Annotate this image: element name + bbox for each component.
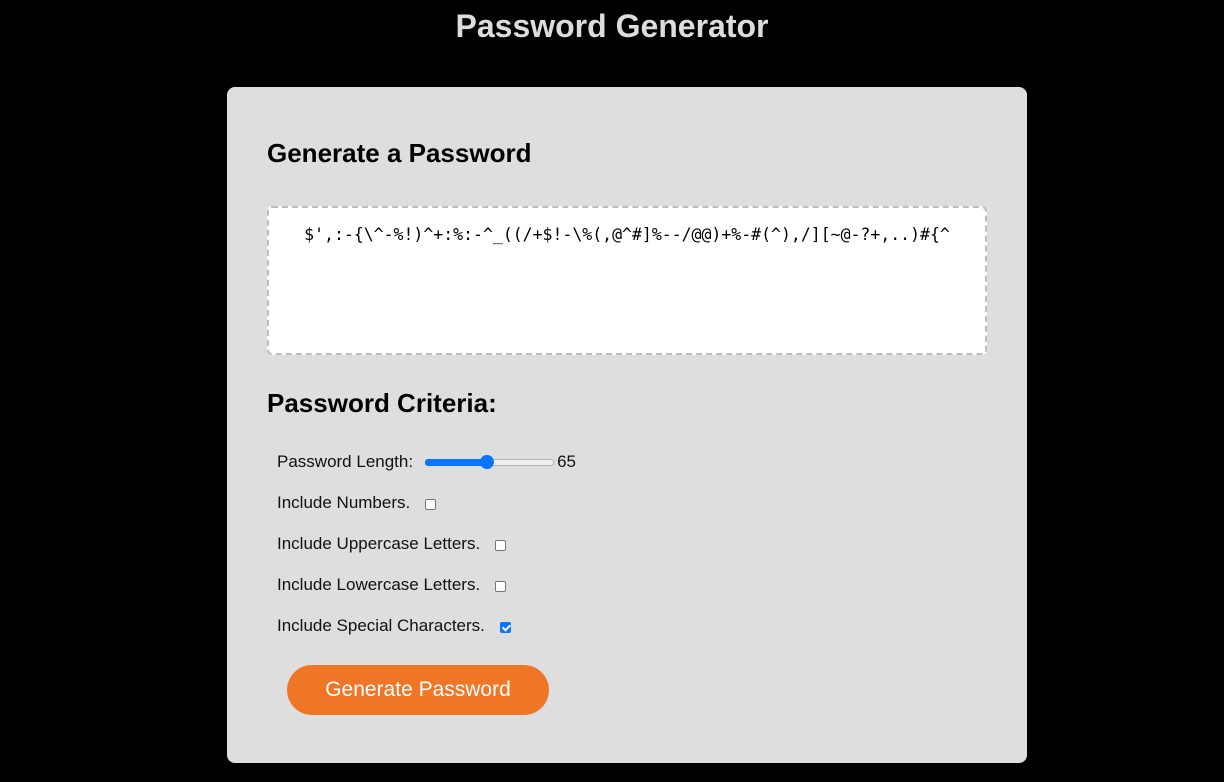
- criteria-title: Password Criteria:: [267, 388, 497, 418]
- slider-thumb[interactable]: [480, 455, 495, 469]
- option-special-checkbox[interactable]: [499, 621, 511, 633]
- generate-password-button[interactable]: Generate Password: [287, 665, 549, 715]
- card-title: Generate a Password: [267, 138, 532, 168]
- option-special-row: Include Special Characters.: [277, 614, 511, 638]
- page-header: Password Generator: [0, 0, 1224, 45]
- option-uppercase-row: Include Uppercase Letters.: [277, 532, 507, 556]
- length-slider[interactable]: [425, 454, 555, 470]
- option-uppercase-checkbox[interactable]: [495, 539, 507, 551]
- length-value: 65: [557, 452, 577, 471]
- length-label: Password Length:: [277, 452, 414, 471]
- option-lowercase-label: Include Lowercase Letters.: [277, 575, 481, 594]
- slider-fill: [425, 459, 488, 466]
- option-lowercase-checkbox[interactable]: [495, 580, 507, 592]
- option-special-label: Include Special Characters.: [277, 616, 485, 635]
- generator-card: Generate a Password $',:-{\^-%!)^+:%:-^_…: [227, 87, 1027, 763]
- option-lowercase-row: Include Lowercase Letters.: [277, 573, 507, 597]
- option-numbers-row: Include Numbers.: [277, 491, 437, 515]
- page-title: Password Generator: [455, 8, 769, 44]
- option-uppercase-label: Include Uppercase Letters.: [277, 534, 481, 553]
- length-row: Password Length: 65: [277, 450, 576, 474]
- option-numbers-checkbox[interactable]: [425, 498, 437, 510]
- option-numbers-label: Include Numbers.: [277, 493, 411, 512]
- password-output[interactable]: $',:-{\^-%!)^+:%:-^_((/+$!-\%(,@^#]%--/@…: [267, 206, 987, 355]
